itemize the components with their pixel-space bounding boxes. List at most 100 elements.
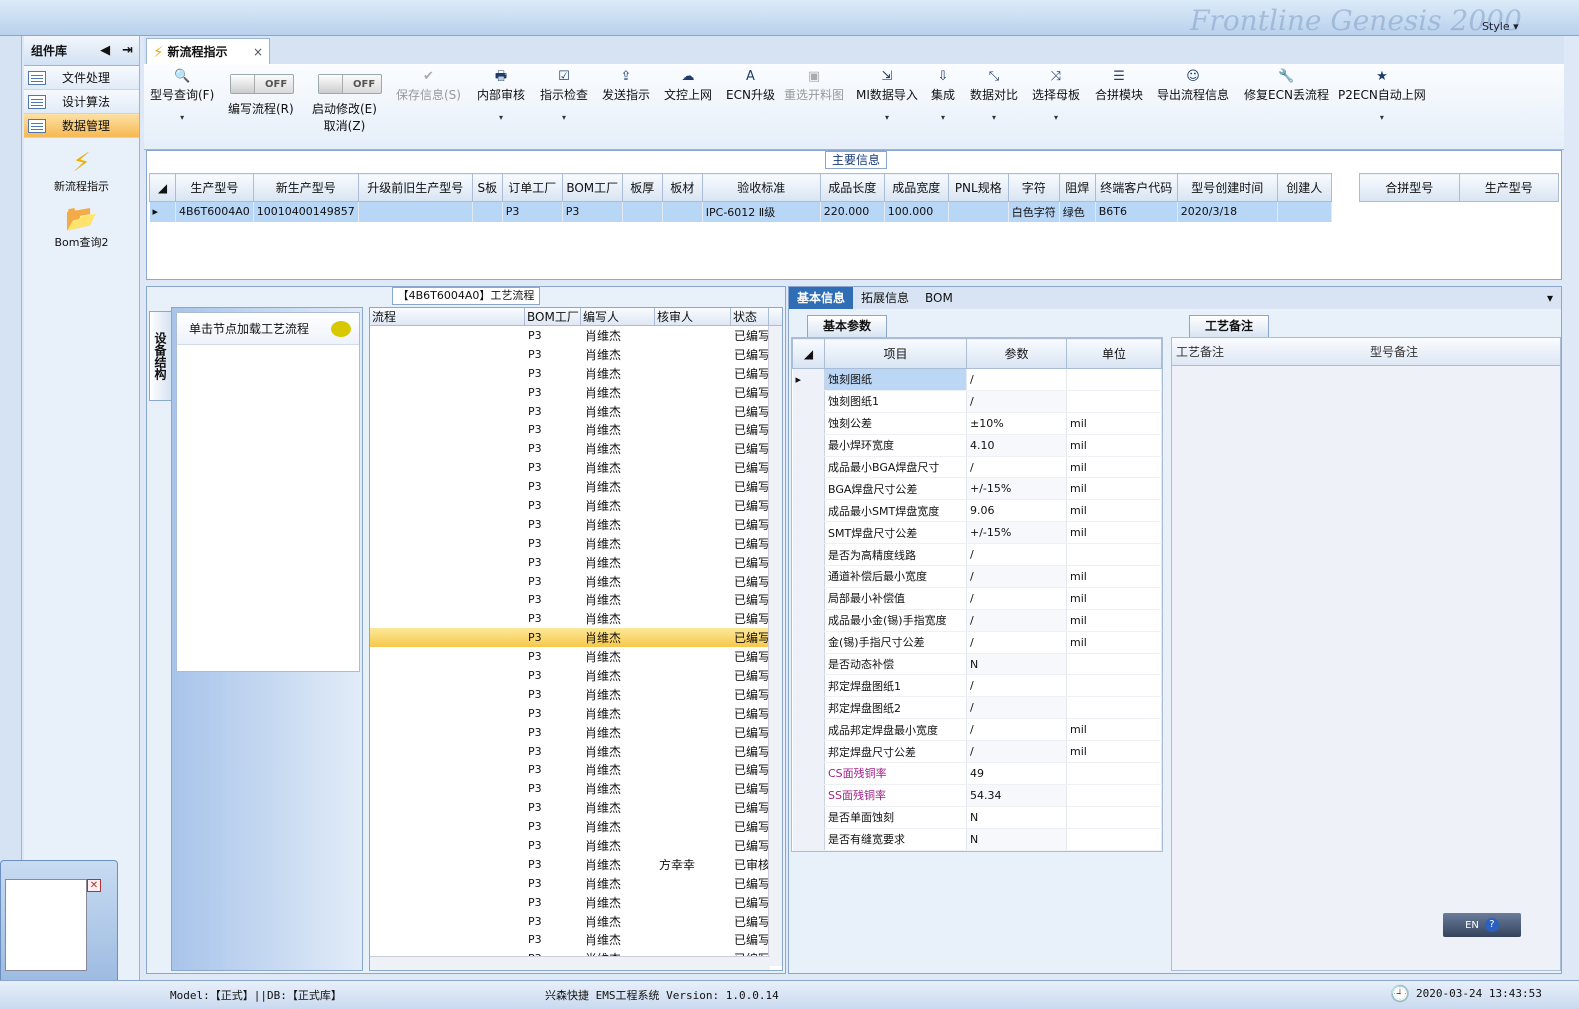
language-bar[interactable]: EN? <box>1443 913 1521 937</box>
doc-online-button[interactable]: ☁ 文控上网 <box>664 68 712 103</box>
col-header[interactable]: 验收标准 <box>701 173 821 202</box>
cell[interactable]: 白色字符 <box>1008 201 1060 222</box>
table-row[interactable]: 成品邦定焊盘最小宽度 / mil <box>792 718 1162 742</box>
table-row[interactable]: 成品最小金(锡)手指宽度 / mil <box>792 609 1162 632</box>
send-instruction-button[interactable]: ⇪ 发送指示 <box>602 68 650 103</box>
table-row[interactable]: 是否动态补偿 N <box>792 653 1162 676</box>
table-row[interactable]: 邦定焊盘图纸2/ <box>792 696 1162 720</box>
col-header[interactable]: 板厚 <box>621 173 663 202</box>
col-header[interactable]: 成品长度 <box>819 173 885 202</box>
list-item[interactable]: 有铅喷锡P3肖维杰已编写 <box>370 931 782 950</box>
list-item[interactable]: 酸性蚀刻P3肖维杰已编写 <box>370 628 782 648</box>
table-row[interactable]: 是否单面蚀刻 N <box>792 806 1162 829</box>
table-row[interactable]: 成品最小SMT焊盘宽度 9.06 mil <box>792 499 1162 523</box>
cell[interactable] <box>948 201 1009 222</box>
export-process-button[interactable]: ☺ 导出流程信息 <box>1157 68 1229 103</box>
save-info-button[interactable]: ✔ 保存信息(S) <box>396 68 461 103</box>
table-row[interactable]: SMT焊盘尺寸公差 +/-15% mil <box>792 521 1162 545</box>
list-item[interactable]: 曝光P3肖维杰已编写 <box>370 798 782 817</box>
col-header[interactable]: BOM工厂 <box>561 173 623 202</box>
list-item[interactable]: 贴膜P3肖维杰已编写 <box>370 572 782 591</box>
tab-basic-params[interactable]: 基本参数 <box>807 315 887 337</box>
col-header[interactable]: 升级前旧生产型号 <box>357 173 473 202</box>
col-header[interactable]: 新生产型号 <box>252 173 359 202</box>
list-item[interactable]: 曝光P3肖维杰已编写 <box>370 590 782 609</box>
list-item[interactable]: 丝印P3肖维杰已编写 <box>370 760 782 779</box>
p2ecn-online-button[interactable]: ★ P2ECN自动上网 ▾ <box>1338 68 1426 122</box>
sidebar-item-data[interactable]: 数据管理 <box>24 114 139 138</box>
tab-extended-info[interactable]: 拓展信息 <box>853 287 917 309</box>
style-menu[interactable]: Style ▾ <box>1482 20 1519 33</box>
col-header[interactable]: PNL规格 <box>947 173 1009 202</box>
table-row[interactable]: 蚀刻图纸1/ <box>792 390 1162 413</box>
list-item[interactable]: −外层干膜P3肖维杰已编写 <box>370 534 782 553</box>
list-item[interactable]: 阻焊塞孔P3肖维杰已编写 <box>370 742 782 761</box>
tab-equipment-structure[interactable]: 设备结构 <box>149 311 171 401</box>
collapse-left-icon[interactable]: ◀ <box>100 43 110 58</box>
start-modify-toggle[interactable]: OFF <box>318 74 382 94</box>
sidebar-item-file[interactable]: 文件处理 <box>24 66 139 90</box>
instruction-check-button[interactable]: ☑ 指示检查 ▾ <box>540 68 588 122</box>
table-row[interactable]: BGA焊盘尺寸公差 +/-15% mil <box>792 477 1162 501</box>
table-row[interactable]: 局部最小补偿值 / mil <box>792 587 1162 610</box>
table-row[interactable]: 邦定焊盘尺寸公差 / mil <box>792 740 1162 764</box>
list-item[interactable]: 外层AOI1P3肖维杰已编写 <box>370 685 782 704</box>
list-item[interactable]: 去毛刺P3肖维杰已编写 <box>370 439 782 458</box>
list-item[interactable]: −字符P3肖维杰已编写 <box>370 836 782 855</box>
tab-new-process[interactable]: ⚡ 新流程指示 × <box>146 38 270 64</box>
list-item[interactable]: 外层前处理P3肖维杰已编写 <box>370 553 782 572</box>
col-header[interactable]: 终端客户代码 <box>1094 173 1178 202</box>
col-header[interactable]: 订单工厂 <box>501 173 563 202</box>
cell[interactable]: 10010400149857 <box>253 201 359 222</box>
col-header[interactable]: 成品宽度 <box>883 173 949 202</box>
list-item[interactable]: 钻孔P3肖维杰已编写 <box>370 402 782 421</box>
cell[interactable]: 220.000 <box>820 201 885 222</box>
list-item[interactable]: 显影P3肖维杰已编写 <box>370 609 782 628</box>
cell[interactable]: 100.000 <box>884 201 949 222</box>
list-item[interactable]: 负片电镀P3肖维杰已编写 <box>370 496 782 515</box>
tab-bom[interactable]: BOM <box>917 287 961 309</box>
tool-bom-query[interactable]: 📂 Bom查询2 <box>24 204 139 250</box>
pin-icon[interactable]: ⇥ <box>122 43 133 58</box>
table-row[interactable]: 通道补偿后最小宽度 / mil <box>792 565 1162 588</box>
col-header[interactable]: 阻焊 <box>1058 173 1096 202</box>
list-item[interactable]: 退膜P3肖维杰已编写 <box>370 647 782 666</box>
table-row[interactable]: 金(锡)手指尺寸公差 / mil <box>792 631 1162 654</box>
list-item[interactable]: −沉铜P3肖维杰已编写 <box>370 420 782 439</box>
load-process-hint[interactable]: 单击节点加载工艺流程 <box>177 313 359 345</box>
list-item[interactable]: 磨板P3肖维杰已编写 <box>370 515 782 534</box>
close-icon[interactable]: ✕ <box>87 879 101 892</box>
vertical-scrollbar[interactable] <box>768 326 782 966</box>
cell[interactable] <box>1277 201 1332 222</box>
tab-basic-info[interactable]: 基本信息 <box>789 287 854 309</box>
cell[interactable]: B6T6 <box>1095 201 1178 222</box>
list-item[interactable]: −电镀P3肖维杰已编写 <box>370 477 782 496</box>
cell[interactable]: P3 <box>502 201 563 222</box>
col-header[interactable]: 型号创建时间 <box>1176 173 1278 202</box>
table-row[interactable]: 是否为高精度线路 / <box>792 543 1162 567</box>
cell[interactable]: P3 <box>562 201 623 222</box>
write-process-toggle[interactable]: OFF <box>230 74 294 94</box>
list-item[interactable]: 打字唛P3肖维杰已编写 <box>370 345 782 364</box>
cell[interactable] <box>622 201 663 222</box>
table-row[interactable]: ▸ 蚀刻图纸 / <box>792 368 1162 391</box>
chevron-down-icon[interactable]: ▾ <box>1539 287 1561 309</box>
list-item[interactable]: 显影P3肖维杰已编写 <box>370 817 782 836</box>
reselect-cut-button[interactable]: ▣ 重选开料图 <box>784 68 844 103</box>
list-item[interactable]: 锐边P3肖维杰已编写 <box>370 326 782 345</box>
close-tab-icon[interactable]: × <box>253 45 263 59</box>
col-header[interactable]: 创建人 <box>1276 173 1332 202</box>
ecn-upgrade-button[interactable]: A ECN升级 <box>726 68 775 103</box>
table-row[interactable]: 成品最小BGA焊盘尺寸 / mil <box>792 456 1162 479</box>
data-compare-button[interactable]: ⤡ 数据对比 ▾ <box>970 68 1018 122</box>
list-item[interactable]: −钻孔P3肖维杰已编写 <box>370 364 782 383</box>
list-item[interactable]: 字符P3肖维杰方幸幸已审核 <box>370 855 782 874</box>
cell[interactable] <box>358 201 473 222</box>
col-header[interactable]: S板 <box>471 173 503 202</box>
list-item[interactable]: 终固化P3肖维杰已编写 <box>370 874 782 893</box>
list-item[interactable]: −有铅喷锡P3肖维杰已编写 <box>370 893 782 912</box>
list-item[interactable]: −阻焊P3肖维杰已编写 <box>370 704 782 723</box>
table-row[interactable]: SS面残铜率 54.34 <box>792 784 1162 807</box>
list-item[interactable]: 阻焊前处理P3肖维杰已编写 <box>370 723 782 742</box>
col-header[interactable]: 板材 <box>661 173 703 202</box>
